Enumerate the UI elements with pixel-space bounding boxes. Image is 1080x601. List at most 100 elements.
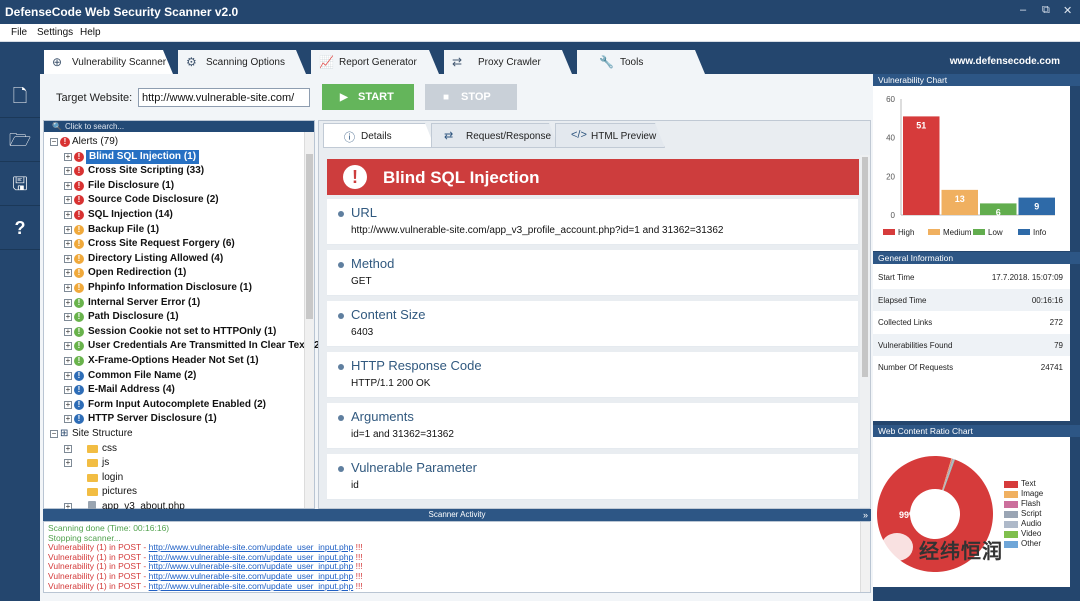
menu-file[interactable]: File (11, 27, 27, 38)
tree-item-alert[interactable]: +! Phpinfo Information Disclosure (1) (58, 281, 318, 295)
stop-button[interactable]: ■ STOP (425, 84, 517, 110)
expand-toggle[interactable]: + (64, 400, 72, 409)
tree-scrollbar[interactable] (304, 132, 314, 508)
close-button[interactable]: ✕ (1063, 4, 1072, 17)
tree-item-alert[interactable]: +! Cross Site Scripting (33) (58, 164, 318, 178)
tree-item-alert[interactable]: +! Directory Listing Allowed (4) (58, 252, 318, 266)
expand-toggle[interactable]: + (64, 444, 72, 453)
tree-item-folder[interactable]: + css (58, 442, 318, 456)
activity-scrollbar[interactable] (860, 522, 870, 592)
activity-url-link[interactable]: http://www.vulnerable-site.com/update_us… (149, 581, 354, 591)
expand-toggle[interactable]: + (64, 181, 72, 190)
legend-label: Text (1021, 479, 1036, 488)
detail-scrollbar[interactable] (860, 155, 870, 507)
save-icon[interactable]: 🖫 (0, 162, 40, 206)
expand-toggle[interactable]: + (64, 415, 72, 424)
section-title: Arguments (351, 409, 414, 424)
expand-toggle[interactable]: + (64, 371, 72, 380)
alert-label: File Disclosure (1) (88, 179, 175, 191)
tree-node-site-structure[interactable]: − ⊞ Site Structure (44, 427, 304, 441)
expand-toggle[interactable]: + (64, 269, 72, 278)
scroll-thumb[interactable] (306, 154, 313, 319)
expand-toggle[interactable]: + (64, 459, 72, 468)
expand-toggle[interactable]: + (64, 313, 72, 322)
expand-toggle[interactable]: + (64, 196, 72, 205)
activity-url-link[interactable]: http://www.vulnerable-site.com/update_us… (149, 571, 354, 581)
expand-toggle[interactable]: + (64, 327, 72, 336)
alert-label: Cross Site Request Forgery (6) (88, 238, 235, 250)
tree-item-alert[interactable]: +! Open Redirection (1) (58, 266, 318, 280)
collapse-icon[interactable]: » (863, 509, 868, 521)
vulnerability-chart: 0 20 40 60 51 13 6 9 High Medium Low Info (873, 86, 1070, 251)
activity-suffix: !!! (353, 542, 363, 553)
tab-tools[interactable]: 🔧 Tools (577, 50, 705, 74)
expand-toggle[interactable]: + (64, 386, 72, 395)
help-icon[interactable]: ? (0, 206, 40, 250)
severity-icon: ! (74, 283, 84, 293)
tree-item-alert[interactable]: +! Blind SQL Injection (1) (58, 149, 318, 164)
tree-item-alert[interactable]: +! Cross Site Request Forgery (6) (58, 237, 318, 251)
open-folder-icon[interactable]: 🗁 (0, 118, 40, 162)
tree-item-alert[interactable]: +! E-Mail Address (4) (58, 383, 318, 397)
tab-proxy-crawler[interactable]: ⇄ Proxy Crawler (444, 50, 572, 74)
start-button[interactable]: ▶ START (322, 84, 414, 110)
activity-line: Stopping scanner... (48, 533, 121, 543)
scroll-thumb[interactable] (862, 157, 868, 377)
expand-toggle[interactable]: + (64, 298, 72, 307)
severity-icon: ! (74, 210, 84, 220)
severity-icon: ! (74, 385, 84, 396)
menu-help[interactable]: Help (80, 27, 101, 38)
expand-toggle[interactable]: + (64, 284, 72, 292)
minimize-button[interactable]: – (1020, 4, 1026, 16)
tree-item-alert[interactable]: +! File Disclosure (1) (58, 179, 318, 193)
tree-item-alert[interactable]: +! Source Code Disclosure (2) (58, 193, 318, 207)
expand-toggle[interactable]: + (64, 211, 72, 219)
tree-item-folder[interactable]: + js (58, 456, 318, 470)
tree-item-alert[interactable]: +! Session Cookie not set to HTTPOnly (1) (58, 325, 318, 339)
tree-node-alerts[interactable]: −! Alerts (79) (44, 135, 304, 149)
tree-item-folder[interactable]: login (58, 471, 318, 485)
expand-toggle[interactable]: + (64, 240, 72, 249)
tree-item-alert[interactable]: +! Internal Server Error (1) (58, 296, 318, 310)
expand-toggle[interactable]: + (64, 254, 72, 263)
activity-url-link[interactable]: http://www.vulnerable-site.com/update_us… (149, 561, 354, 571)
tree-item-alert[interactable]: +! Backup File (1) (58, 223, 318, 237)
tab-label: Scanning Options (206, 57, 285, 68)
site-link[interactable]: www.defensecode.com (950, 56, 1060, 67)
tree-node-label: Alerts (79) (72, 136, 119, 147)
expand-toggle[interactable]: + (64, 342, 72, 351)
collapse-toggle[interactable]: − (50, 138, 58, 146)
expand-toggle[interactable]: + (64, 152, 72, 161)
target-website-input[interactable] (138, 88, 310, 107)
pie-value-label: 99% (899, 510, 917, 520)
severity-icon: ! (74, 268, 84, 279)
tree-item-alert[interactable]: +! Path Disclosure (1) (58, 310, 318, 324)
activity-url-link[interactable]: http://www.vulnerable-site.com/update_us… (149, 542, 354, 552)
tab-scanning-options[interactable]: ⚙ Scanning Options (178, 50, 306, 74)
expand-toggle[interactable]: + (64, 167, 72, 176)
new-file-icon[interactable]: 🗋 (0, 74, 40, 118)
info-key: Vulnerabilities Found (878, 340, 953, 350)
maximize-button[interactable]: ⧉ (1042, 4, 1050, 17)
tree-item-alert[interactable]: +! HTTP Server Disclosure (1) (58, 412, 318, 426)
bar-value-label: 6 (996, 207, 1001, 217)
tab-request-response[interactable]: ⇄ Request/Response (431, 123, 559, 148)
tree-item-alert[interactable]: +! X-Frame-Options Header Not Set (1) (58, 354, 318, 368)
tree-item-alert[interactable]: +! Common File Name (2) (58, 369, 318, 383)
tree-item-alert[interactable]: +! User Credentials Are Transmitted In Cl… (58, 339, 323, 353)
menu-settings[interactable]: Settings (37, 27, 73, 38)
collapse-toggle[interactable]: − (50, 430, 58, 438)
tab-vulnerability-scanner[interactable]: ⊕ Vulnerability Scanner (44, 50, 173, 74)
tab-html-preview[interactable]: </> HTML Preview (555, 123, 665, 148)
tab-details[interactable]: ⓘ Details (323, 123, 435, 148)
tree-item-alert[interactable]: +! SQL Injection (14) (58, 208, 318, 222)
activity-url-link[interactable]: http://www.vulnerable-site.com/update_us… (149, 552, 354, 562)
activity-prefix: Vulnerability (1) in POST - (48, 571, 149, 581)
tree-item-alert[interactable]: +! Form Input Autocomplete Enabled (2) (58, 398, 318, 412)
expand-toggle[interactable]: + (64, 225, 72, 234)
expand-toggle[interactable]: + (64, 357, 72, 365)
tab-report-generator[interactable]: 📈 Report Generator (311, 50, 439, 74)
severity-icon: ! (74, 166, 84, 177)
search-bar[interactable]: 🔍 Click to search... (44, 121, 314, 132)
tree-item-folder[interactable]: pictures (58, 485, 318, 499)
